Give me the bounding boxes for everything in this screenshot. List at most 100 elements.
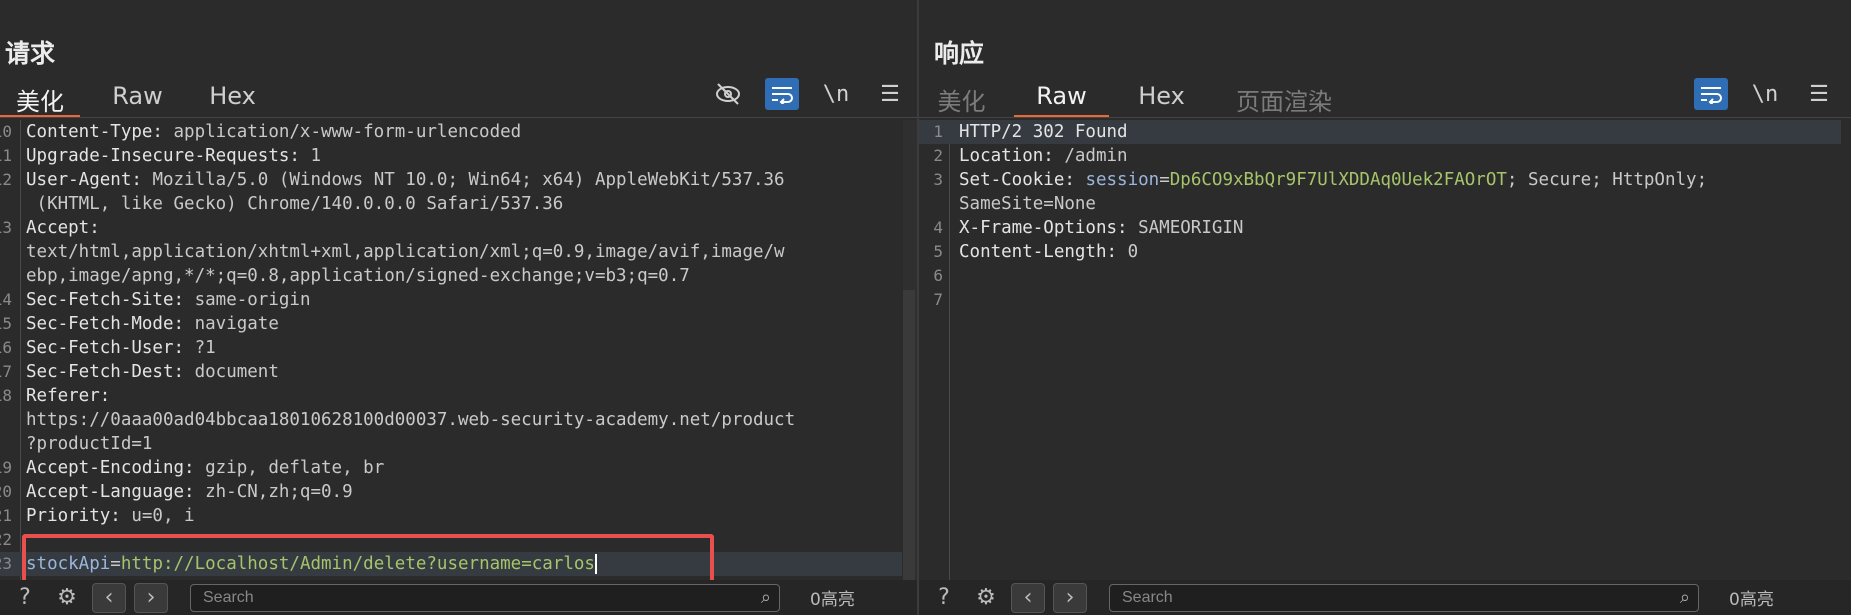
cookie-flags: ; Secure; HttpOnly; — [1506, 170, 1708, 190]
request-panel: 请求 美化 Raw Hex \n ☰ 10 Content-Type: appli… — [0, 0, 917, 615]
eye-slash-icon[interactable] — [711, 78, 745, 110]
newline-toggle[interactable]: \n — [819, 78, 853, 110]
code-line: SameSite=None — [919, 192, 1841, 216]
request-title: 请求 — [5, 39, 56, 68]
header-value: ebp,image/apng,*/*;q=0.8,application/sig… — [26, 266, 690, 286]
wrap-icon[interactable] — [765, 78, 799, 110]
header-name: User-Agent: — [26, 170, 142, 190]
header-name: Upgrade-Insecure-Requests: — [26, 146, 300, 166]
line-number: 23 — [0, 554, 12, 573]
wrap-icon[interactable] — [1694, 78, 1728, 110]
code-line: 22 — [0, 528, 902, 552]
tab-pretty[interactable]: 美化 — [919, 78, 1004, 118]
header-value: gzip, deflate, br — [194, 458, 385, 478]
tab-pretty[interactable]: 美化 — [0, 78, 80, 118]
code-line: 3 Set-Cookie: session=Dp6CO9xBbQr9F7UlXD… — [919, 168, 1841, 192]
header-name: Location: — [959, 146, 1054, 166]
code-line: 10 Content-Type: application/x-www-form-u… — [0, 120, 902, 144]
header-value: 1 — [299, 146, 322, 166]
request-bottom-bar: ? ⚙ ‹ › Search ⌕ 0高亮 — [0, 580, 917, 615]
request-tabs: 美化 Raw Hex — [0, 78, 270, 118]
response-editor[interactable]: 1 HTTP/2 302 Found 2 Location: /admin 3 … — [919, 120, 1841, 580]
line-number: 3 — [933, 170, 943, 189]
line-number: 13 — [0, 218, 12, 237]
response-tools: \n ☰ — [1694, 78, 1836, 110]
header-value: ?productId=1 — [26, 434, 153, 454]
code-line: 20 Accept-Language: zh-CN,zh;q=0.9 — [0, 480, 902, 504]
gear-icon[interactable]: ⚙ — [969, 583, 1003, 613]
code-line: 14 Sec-Fetch-Site: same-origin — [0, 288, 902, 312]
back-arrow-icon[interactable]: ‹ — [1011, 582, 1045, 613]
code-line: (KHTML, like Gecko) Chrome/140.0.0.0 Saf… — [0, 192, 902, 216]
menu-icon[interactable]: ☰ — [873, 78, 907, 110]
line-number — [0, 264, 16, 288]
gear-icon[interactable]: ⚙ — [50, 583, 84, 613]
header-value: application/x-www-form-urlencoded — [162, 122, 522, 142]
line-number — [0, 192, 16, 216]
code-line: text/html,application/xhtml+xml,applicat… — [0, 240, 902, 264]
line-number: 20 — [0, 482, 12, 501]
code-line: 12 User-Agent: Mozilla/5.0 (Windows NT 10… — [0, 168, 902, 192]
line-number — [919, 192, 949, 216]
tab-raw[interactable]: Raw — [1014, 78, 1109, 118]
header-value: document — [184, 362, 279, 382]
text-cursor — [594, 554, 597, 574]
header-value: /admin — [1053, 146, 1128, 166]
header-value: Mozilla/5.0 (Windows NT 10.0; Win64; x64… — [141, 170, 785, 190]
code-line: 13 Accept: — [0, 216, 902, 240]
scrollbar-thumb[interactable] — [903, 290, 915, 580]
line-number: 11 — [0, 146, 12, 165]
header-name: Content-Type: — [26, 122, 163, 142]
line-number — [0, 240, 16, 264]
response-tabs: 美化 Raw Hex 页面渲染 — [919, 78, 1344, 118]
help-icon[interactable]: ? — [927, 583, 961, 613]
header-value: ?1 — [184, 338, 216, 358]
header-name: Accept: — [26, 218, 100, 238]
highlights-count: 0高亮 — [810, 590, 855, 610]
tab-hex[interactable]: Hex — [1124, 78, 1199, 118]
line-number: 4 — [933, 218, 943, 237]
code-line: ebp,image/apng,*/*;q=0.8,application/sig… — [0, 264, 902, 288]
search-input[interactable]: Search ⌕ — [1109, 583, 1699, 612]
code-line: 1 HTTP/2 302 Found — [919, 120, 1841, 144]
request-editor[interactable]: 10 Content-Type: application/x-www-form-u… — [0, 120, 902, 580]
tab-raw[interactable]: Raw — [90, 78, 185, 118]
forward-arrow-icon[interactable]: › — [1053, 582, 1087, 613]
search-input[interactable]: Search ⌕ — [190, 583, 780, 612]
code-line: 6 — [919, 264, 1841, 288]
tab-hex[interactable]: Hex — [195, 78, 270, 118]
line-number: 18 — [0, 386, 12, 405]
line-number: 21 — [0, 506, 12, 525]
response-bottom-bar: ? ⚙ ‹ › Search ⌕ 0高亮 — [919, 580, 1851, 615]
code-line: 15 Sec-Fetch-Mode: navigate — [0, 312, 902, 336]
code-line: 17 Sec-Fetch-Dest: document — [0, 360, 902, 384]
search-icon: ⌕ — [760, 586, 771, 607]
header-value: text/html,application/xhtml+xml,applicat… — [26, 242, 785, 262]
line-number: 22 — [0, 530, 12, 549]
highlights-count: 0高亮 — [1729, 590, 1774, 610]
line-number: 14 — [0, 290, 12, 309]
tab-render[interactable]: 页面渲染 — [1224, 78, 1344, 118]
forward-arrow-icon[interactable]: › — [134, 582, 168, 613]
menu-icon[interactable]: ☰ — [1802, 78, 1836, 110]
header-value: zh-CN,zh;q=0.9 — [194, 482, 353, 502]
header-name: Content-Length: — [959, 242, 1118, 262]
response-title: 响应 — [934, 39, 985, 68]
header-name: Accept-Encoding: — [26, 458, 195, 478]
back-arrow-icon[interactable]: ‹ — [92, 582, 126, 613]
newline-toggle[interactable]: \n — [1748, 78, 1782, 110]
param-equals: = — [110, 554, 121, 574]
param-value: http://Localhost/Admin/delete?username=c… — [120, 554, 595, 574]
help-icon[interactable]: ? — [8, 583, 42, 613]
code-line: 4 X-Frame-Options: SAMEORIGIN — [919, 216, 1841, 240]
body-line[interactable]: 23 stockApi=http://Localhost/Admin/delet… — [0, 552, 902, 576]
header-name: Set-Cookie: — [959, 170, 1075, 190]
line-number: 16 — [0, 338, 12, 357]
code-line: https://0aaa00ad04bbcaa18010628100d00037… — [0, 408, 902, 432]
line-number: 5 — [933, 242, 943, 261]
code-line: 7 — [919, 288, 1841, 312]
header-name: Referer: — [26, 386, 111, 406]
header-name: Sec-Fetch-Site: — [26, 290, 185, 310]
code-line: 18 Referer: — [0, 384, 902, 408]
line-number: 1 — [933, 122, 943, 141]
